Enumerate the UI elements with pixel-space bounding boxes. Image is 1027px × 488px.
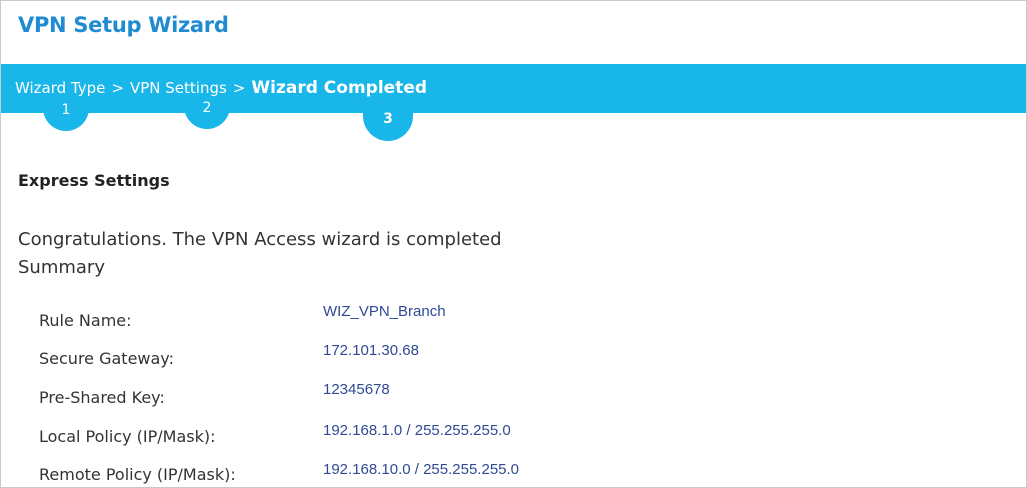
wizard-window: VPN Setup Wizard Wizard Type > VPN Setting… bbox=[0, 0, 1027, 488]
breadcrumb-separator: > bbox=[232, 79, 246, 97]
step-number-1: 1 bbox=[43, 101, 89, 131]
rule-name-label: Rule Name: bbox=[39, 311, 132, 330]
secure-gateway-label: Secure Gateway: bbox=[39, 349, 174, 368]
rule-name-value: WIZ_VPN_Branch bbox=[323, 303, 446, 320]
remote-policy-value: 192.168.10.0 / 255.255.255.0 bbox=[323, 461, 520, 478]
summary-label: Summary bbox=[18, 257, 105, 278]
pre-shared-key-value: 12345678 bbox=[323, 381, 390, 398]
step-number-3: 3 bbox=[363, 107, 413, 141]
step-label-wizard-type: Wizard Type bbox=[15, 79, 106, 97]
local-policy-value: 192.168.1.0 / 255.255.255.0 bbox=[323, 422, 511, 439]
step-label-vpn-settings: VPN Settings bbox=[129, 79, 227, 97]
secure-gateway-value: 172.101.30.68 bbox=[323, 342, 419, 359]
wizard-breadcrumb: Wizard Type > VPN Settings > Wizard Complete… bbox=[15, 78, 427, 98]
local-policy-label: Local Policy (IP/Mask): bbox=[39, 427, 216, 446]
completion-message: Congratulations. The VPN Access wizard i… bbox=[18, 229, 502, 250]
section-title: Express Settings bbox=[18, 171, 170, 190]
pre-shared-key-label: Pre-Shared Key: bbox=[39, 388, 165, 407]
breadcrumb-separator: > bbox=[111, 79, 124, 97]
step-label-wizard-completed: Wizard Completed bbox=[251, 78, 428, 98]
step-number-2: 2 bbox=[184, 99, 230, 129]
window-title: VPN Setup Wizard bbox=[18, 13, 229, 37]
remote-policy-label: Remote Policy (IP/Mask): bbox=[39, 465, 236, 484]
